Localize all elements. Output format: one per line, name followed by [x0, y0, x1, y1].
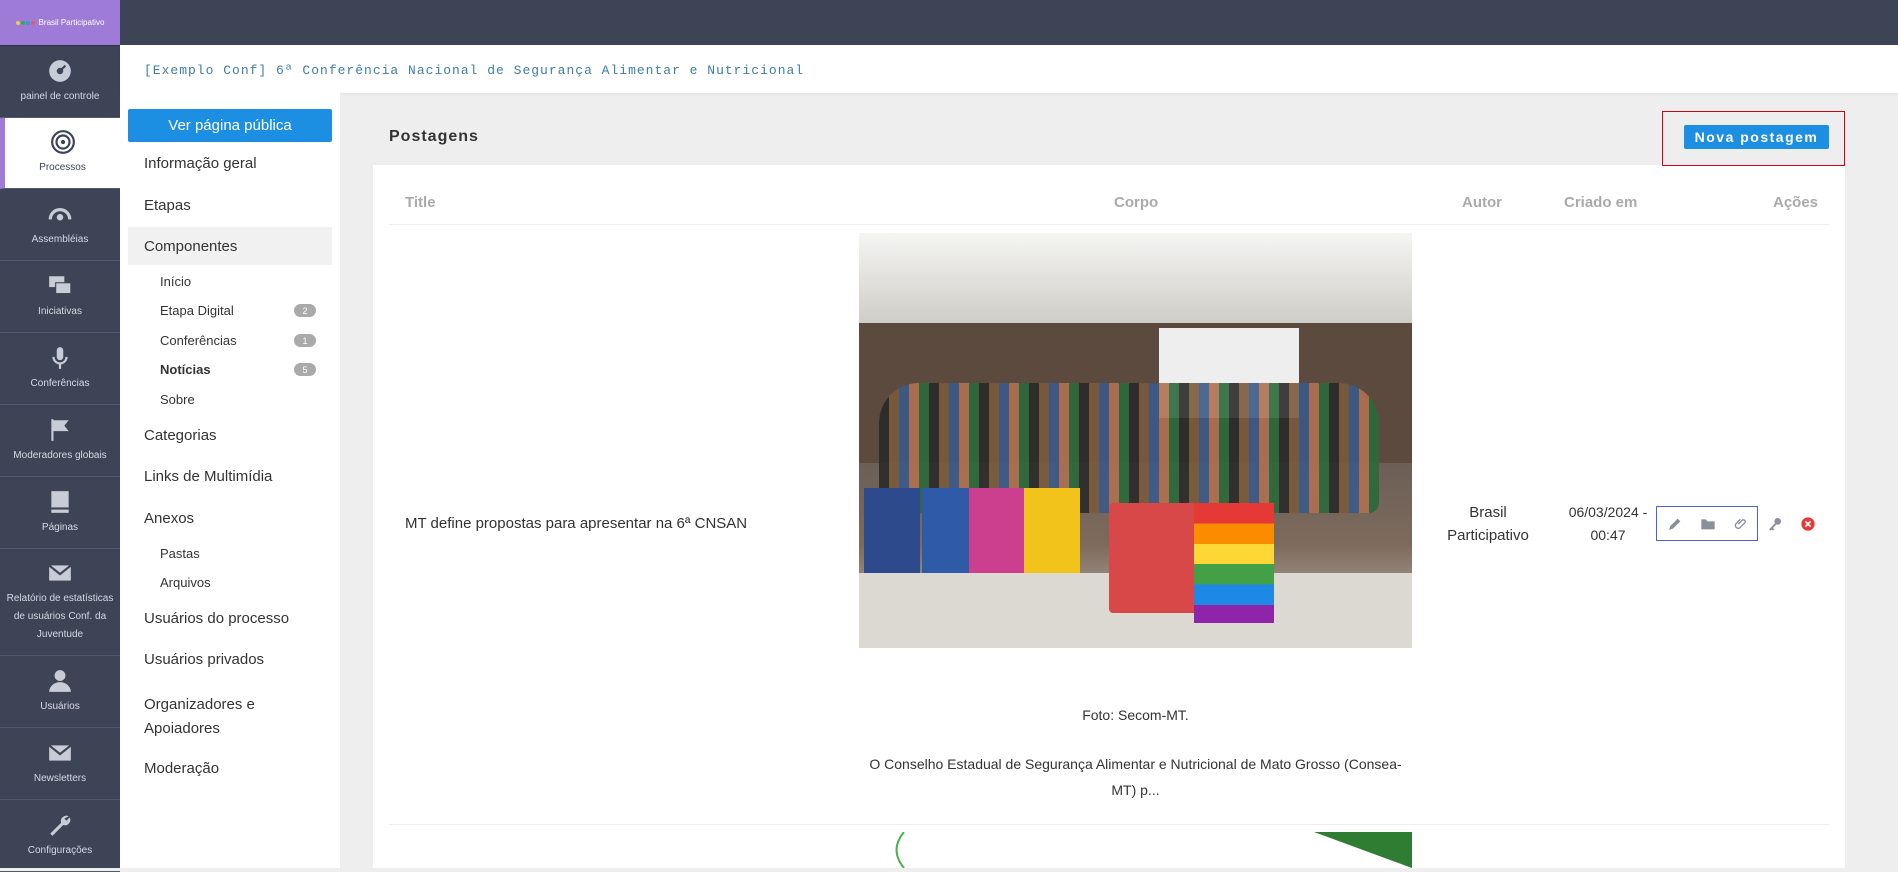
sidebar-item-iniciativas[interactable]: Iniciativas — [0, 261, 120, 333]
post-image — [859, 832, 1412, 868]
sidebar-item-label: painel de controle — [20, 90, 100, 102]
component-item-sobre[interactable]: Sobre — [160, 392, 195, 407]
count-badge: 2 — [294, 304, 316, 317]
sidebar-item-dashboard[interactable]: painel de controle — [0, 46, 120, 118]
logo[interactable]: Brasil Participativo — [0, 0, 120, 46]
sidebar-item-assembleias[interactable]: Assembléias — [0, 189, 120, 261]
sidebar-item-label: Newsletters — [33, 772, 87, 784]
column-header-actions: Ações — [1773, 194, 1819, 211]
flag-icon — [51, 418, 69, 441]
card-title: Postagens — [389, 128, 479, 145]
paperclip-icon — [1734, 518, 1746, 529]
secnav-item-organizadores[interactable]: Organizadores e Apoiadores — [144, 693, 294, 741]
post-created-line1: 06/03/2024 - — [1568, 504, 1648, 520]
sidebar-item-label: Relatório de estatísticas de usuários Co… — [6, 593, 114, 640]
post-author-line1: Brasil — [1469, 504, 1507, 521]
attachment-item-arquivos[interactable]: Arquivos — [160, 575, 211, 590]
secnav-item-links-multimidia[interactable]: Links de Multimídia — [144, 468, 272, 485]
posts-card: Postagens Nova postagem Title Corpo Auto… — [373, 110, 1845, 868]
count-badge: 5 — [294, 363, 316, 376]
post-excerpt: O Conselho Estadual de Segurança Aliment… — [869, 756, 1402, 798]
sidebar-item-label: Assembléias — [31, 233, 89, 245]
delete-icon — [1801, 517, 1815, 531]
sidebar-item-label: Usuários — [40, 700, 80, 712]
secnav-item-usuarios-privados[interactable]: Usuários privados — [144, 651, 264, 668]
post-image — [859, 233, 1412, 648]
secnav-item-informacao-geral[interactable]: Informação geral — [144, 155, 257, 172]
new-post-button[interactable]: Nova postagem — [1684, 125, 1829, 149]
sidebar-item-label: Iniciativas — [38, 305, 82, 317]
edit-button[interactable] — [1665, 514, 1685, 534]
sidebar-item-label: Páginas — [41, 521, 79, 533]
mail-icon — [48, 564, 72, 581]
post-title: MT define propostas para apresentar na 6… — [405, 515, 748, 532]
secnav-item-componentes[interactable]: Componentes — [128, 227, 332, 265]
sidebar-item-processos[interactable]: Processos — [0, 118, 120, 189]
main-sidebar: Brasil Participativo painel de controle … — [0, 0, 120, 872]
dashboard-icon — [49, 59, 71, 82]
post-created-line2: 00:47 — [1590, 527, 1626, 543]
pencil-icon — [1669, 518, 1681, 530]
column-header-author: Autor — [1462, 194, 1502, 211]
sub-header: [Exemplo Conf] 6ª Conferência Nacional d… — [120, 45, 1898, 93]
component-item-conferencias[interactable]: Conferências — [160, 333, 237, 348]
count-badge: 1 — [294, 334, 316, 347]
sidebar-item-usuarios[interactable]: Usuários — [0, 656, 120, 728]
logo-mark-icon — [15, 20, 35, 25]
secnav-item-categorias[interactable]: Categorias — [144, 427, 217, 444]
card-header: Postagens Nova postagem — [373, 110, 1845, 166]
post-caption: Foto: Secom-MT. — [1082, 707, 1189, 723]
sidebar-item-label: Processos — [39, 162, 86, 173]
wrench-icon — [50, 815, 71, 836]
column-header-created[interactable]: Criado em — [1564, 194, 1637, 211]
column-header-body: Corpo — [1114, 194, 1159, 211]
sidebar-item-label: Configurações — [27, 844, 93, 856]
secondary-nav: Ver página pública Informação geral Etap… — [120, 93, 340, 868]
sidebar-item-configuracoes[interactable]: Configurações — [0, 800, 120, 872]
sidebar-item-moderadores[interactable]: Moderadores globais — [0, 405, 120, 477]
permissions-button[interactable] — [1765, 514, 1785, 534]
component-item-inicio[interactable]: Início — [160, 274, 191, 289]
secnav-item-etapas[interactable]: Etapas — [144, 197, 191, 214]
sidebar-item-newsletters[interactable]: Newsletters — [0, 728, 120, 800]
secnav-item-usuarios-processo[interactable]: Usuários do processo — [144, 610, 289, 627]
sidebar-item-relatorio[interactable]: Relatório de estatísticas de usuários Co… — [0, 549, 120, 656]
sidebar-item-paginas[interactable]: Páginas — [0, 477, 120, 549]
component-item-etapa-digital[interactable]: Etapa Digital — [160, 303, 234, 318]
target-icon — [50, 130, 75, 154]
folder-icon — [1701, 519, 1715, 530]
secnav-item-anexos[interactable]: Anexos — [144, 510, 194, 527]
folders-button[interactable] — [1698, 514, 1718, 534]
sidebar-item-label: Conferências — [30, 377, 90, 389]
microphone-icon — [52, 346, 68, 369]
secnav-item-moderacao[interactable]: Moderação — [144, 760, 219, 777]
divider — [389, 824, 1829, 825]
post-author-line2: Participativo — [1447, 527, 1529, 544]
logo-text: Brasil Participativo — [38, 18, 105, 27]
newsletter-icon — [48, 744, 72, 761]
component-item-noticias[interactable]: Notícias — [160, 362, 211, 377]
user-icon — [49, 669, 71, 692]
breadcrumb[interactable]: [Exemplo Conf] 6ª Conferência Nacional d… — [144, 63, 804, 78]
attachment-item-pastas[interactable]: Pastas — [160, 546, 200, 561]
book-icon — [51, 490, 69, 513]
attachments-button[interactable] — [1731, 514, 1751, 534]
sidebar-item-conferencias[interactable]: Conferências — [0, 333, 120, 405]
assembly-icon — [48, 207, 72, 220]
public-page-button[interactable]: Ver página pública — [128, 109, 332, 142]
key-icon — [1769, 518, 1781, 531]
sidebar-item-label: Moderadores globais — [13, 449, 107, 461]
top-bar — [120, 0, 1898, 45]
delete-button[interactable] — [1798, 514, 1818, 534]
column-header-title[interactable]: Title — [405, 194, 436, 211]
chat-icon — [49, 275, 72, 294]
divider — [389, 224, 1829, 225]
